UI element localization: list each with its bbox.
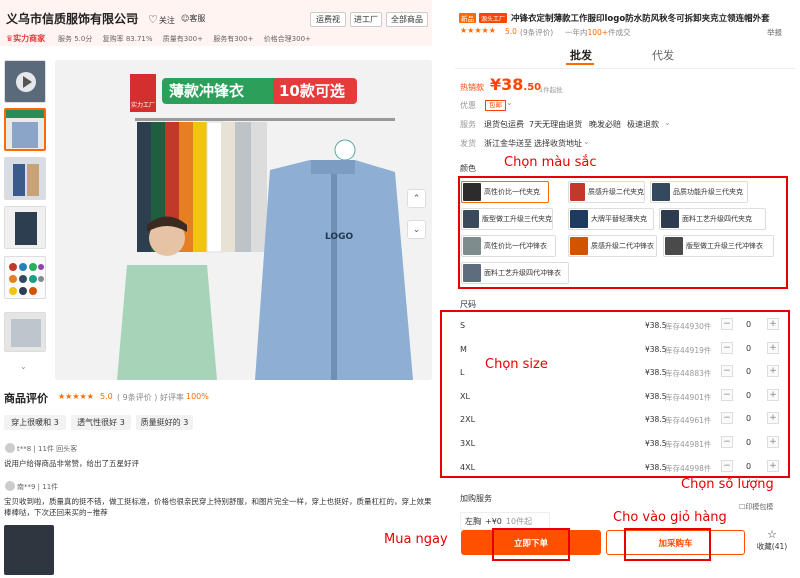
service-item: 晚发必赔 xyxy=(589,120,621,129)
services-label: 服务 xyxy=(460,120,476,129)
all-products-button[interactable]: 全部商品 xyxy=(386,12,428,27)
annotation-cart: Cho vào giỏ hàng xyxy=(613,510,727,525)
logo-placeholder: LOGO xyxy=(325,232,354,242)
source-factory-tag: 源头工厂 xyxy=(479,13,507,23)
reviews-count[interactable]: ( 9条评价 ) xyxy=(117,392,157,403)
shipping-label: 发货 xyxy=(460,139,476,148)
new-tag: 新品 xyxy=(459,13,476,23)
service-button[interactable]: ☺客服 xyxy=(181,13,205,24)
shop-name[interactable]: 义乌市信质服饰有限公司 xyxy=(6,10,138,27)
annotation-box-buy xyxy=(492,528,570,561)
product-reviews[interactable]: (9条评价) xyxy=(520,27,553,38)
service-item: 极速退款 xyxy=(627,120,659,129)
report-link[interactable]: 举报 xyxy=(767,27,782,38)
price-unit: 1件起批 xyxy=(539,86,563,94)
thumb-5[interactable] xyxy=(4,312,46,352)
review-user: t**8 | 11件 回头客 xyxy=(17,445,78,453)
thumb-4[interactable] xyxy=(4,256,46,299)
review-tag-quality[interactable]: 质量挺好的 3 xyxy=(136,415,193,430)
annotation-color: Chọn màu sắc xyxy=(504,155,597,170)
reviews-stars-icon: ★★★★★ xyxy=(58,392,94,401)
thumb-scroll-down-icon[interactable]: ⌄ xyxy=(20,362,27,371)
follow-label: 关注 xyxy=(158,16,175,25)
chevron-down-icon[interactable]: ⌄ xyxy=(664,118,671,127)
stat-price: 价格合理300+ xyxy=(263,35,311,43)
review-text: 说用户给得商品非常赞，给出了五星好评 xyxy=(4,459,139,468)
shop-stats: 服务 5.0分 复购率 83.71% 质量有300+ 服务有300+ 价格合理3… xyxy=(58,34,319,44)
avatar xyxy=(5,481,15,491)
chevron-down-icon[interactable]: ⌄ xyxy=(506,98,513,107)
chevron-down-icon[interactable]: ⌄ xyxy=(132,12,140,23)
coupon-badge[interactable]: 包邮 xyxy=(485,100,506,111)
product-sales: 一年内100+件成交 xyxy=(565,28,631,37)
addon-label: 加购服务 xyxy=(460,494,492,503)
heart-icon: ♡ xyxy=(148,13,158,26)
image-next-arrow-icon[interactable]: ⌄ xyxy=(407,220,426,239)
review-tag-warm[interactable]: 穿上很暖和 3 xyxy=(4,415,66,430)
offers-label: 优惠 xyxy=(460,101,476,110)
annotation-box-cart xyxy=(624,528,711,561)
price-label: 热销款 xyxy=(460,83,484,92)
product-score: 5.0 xyxy=(505,27,517,36)
reviews-score: 5.0 xyxy=(100,392,113,401)
stat-service-count: 服务有300+ xyxy=(213,35,254,43)
image-prev-arrow-icon[interactable]: ⌃ xyxy=(407,189,426,208)
contact-button[interactable]: 运费视 xyxy=(310,12,346,27)
good-rate-label: 好评率 xyxy=(160,393,184,402)
factory-button[interactable]: 进工厂 xyxy=(350,12,382,27)
star-icon: ☆ xyxy=(767,528,777,541)
annotation-box-size xyxy=(440,310,790,478)
service-item: 退货包运费 xyxy=(484,120,524,129)
thumb-3[interactable] xyxy=(4,206,46,249)
annotation-buy: Mua ngay xyxy=(384,532,448,547)
avatar xyxy=(5,443,15,453)
color-label: 颜色 xyxy=(460,164,476,173)
tab-dropship[interactable]: 代发 xyxy=(652,47,674,63)
annotation-size: Chọn size xyxy=(485,357,548,372)
thumb-2[interactable] xyxy=(4,157,46,200)
addon-price: +¥0 xyxy=(485,516,502,526)
shop-badge: ♛实力商家 xyxy=(6,34,46,43)
product-title: 冲锋衣定制薄款工作服印logo防水防风秋冬可拆卸夹克立领连帽外套 xyxy=(511,14,770,24)
play-icon xyxy=(16,72,36,92)
favorite-button[interactable]: ☆ 收藏(41) xyxy=(752,529,792,552)
review-tag-breathable[interactable]: 透气性很好 3 xyxy=(71,415,131,430)
ship-address[interactable]: 选择收货地址 xyxy=(534,138,582,149)
review-user: 南**9 | 11件 xyxy=(17,483,59,491)
thumb-video[interactable] xyxy=(4,60,46,103)
divider xyxy=(455,68,795,69)
good-rate-value: 100% xyxy=(186,392,209,401)
tab-underline xyxy=(566,63,594,65)
stat-quality: 质量有300+ xyxy=(162,35,203,43)
follow-button[interactable]: ♡关注 xyxy=(148,13,175,26)
chevron-down-icon[interactable]: ⌄ xyxy=(583,137,590,146)
banner-text: 薄款冲锋衣 xyxy=(169,82,245,100)
price-value: ¥38.50 xyxy=(490,75,542,94)
annotation-quantity: Chọn số lượng xyxy=(681,477,774,492)
product-stars-icon: ★★★★★ xyxy=(460,26,496,35)
stat-service: 服务 5.0分 xyxy=(58,35,93,43)
review-text: 宝贝收到啦，质量真的挺不错，做工挺标准，价格也很亲民穿上特别舒服，和图片完全一样… xyxy=(4,497,432,517)
service-item: 7天无理由退货 xyxy=(529,120,583,129)
thumb-1[interactable] xyxy=(4,108,46,151)
factory-badge: 实力工厂 xyxy=(131,102,156,109)
addon-name: 左胸 xyxy=(465,516,481,526)
reviews-title: 商品评价 xyxy=(4,392,48,405)
addon-min: 10件起 xyxy=(505,516,533,526)
stat-repurchase: 复购率 83.71% xyxy=(102,35,153,43)
annotation-box-color xyxy=(458,176,788,289)
size-label: 尺码 xyxy=(460,300,476,309)
review-photo[interactable] xyxy=(4,525,54,575)
ship-to: 送至 xyxy=(516,139,532,148)
main-product-image[interactable]: 薄款冲锋衣 10款可选 实力工厂 LOGO xyxy=(55,60,432,380)
print-option[interactable]: ☐印模包模 xyxy=(739,502,773,512)
service-label: 客服 xyxy=(189,14,206,23)
ship-from: 浙江金华 xyxy=(484,139,516,148)
banner-right-text: 10款可选 xyxy=(279,82,345,100)
tab-wholesale[interactable]: 批发 xyxy=(570,47,592,63)
